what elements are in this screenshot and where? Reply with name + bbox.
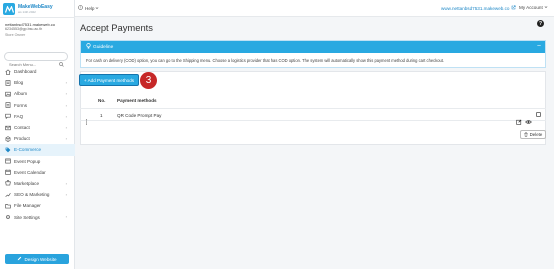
table-row: 1 QR Code Prompt Pay bbox=[80, 108, 546, 121]
sidebar-item-event-popup[interactable]: Event Popup bbox=[0, 156, 75, 167]
sidebar-item-dashboard[interactable]: Dashboard bbox=[0, 66, 75, 77]
sidebar-item-label: File Manager bbox=[14, 203, 41, 209]
sidebar-item-label: Contact bbox=[14, 125, 30, 131]
chevron-right-icon: › bbox=[65, 124, 67, 130]
guideline-header[interactable]: Guideline − bbox=[81, 41, 545, 53]
chevron-right-icon: › bbox=[65, 91, 67, 97]
sidebar-item-file-manager[interactable]: File Manager bbox=[0, 200, 75, 211]
sidebar-item-marketplace[interactable]: Marketplace › bbox=[0, 178, 75, 189]
brand-name: MakeWebEasy bbox=[18, 3, 53, 10]
chevron-right-icon: › bbox=[65, 136, 67, 142]
guideline-panel: Guideline − For cash on delivery (COD) o… bbox=[80, 40, 546, 68]
sidebar-item-label: Event Popup bbox=[14, 158, 41, 164]
home-icon bbox=[5, 69, 11, 75]
chevron-right-icon: › bbox=[65, 180, 67, 186]
contact-icon bbox=[5, 125, 11, 131]
step-marker: 3 bbox=[140, 72, 157, 89]
sidebar-item-contact[interactable]: Contact › bbox=[0, 122, 75, 133]
divider bbox=[0, 17, 75, 18]
gear-icon bbox=[5, 214, 11, 220]
trash-icon bbox=[524, 131, 528, 138]
external-link-icon bbox=[511, 5, 516, 11]
sidebar-item-album[interactable]: Album › bbox=[0, 88, 75, 99]
blog-icon bbox=[5, 80, 11, 86]
seo-icon bbox=[5, 192, 11, 198]
sidebar-item-label: Marketplace bbox=[14, 180, 40, 186]
sidebar-item-label: SEO & Marketing bbox=[14, 192, 50, 198]
chevron-right-icon: › bbox=[65, 102, 67, 108]
sidebar-item-label: Event Calendar bbox=[14, 169, 46, 175]
sidebar-item-label: Album bbox=[14, 91, 28, 97]
forms-icon bbox=[5, 102, 11, 108]
column-header-no: No. bbox=[98, 98, 106, 103]
pencil-icon bbox=[17, 256, 22, 262]
sidebar-item-blog[interactable]: Blog › bbox=[0, 77, 75, 88]
account-info: nettanbsd7531.makeweb.co 6234553@gp.bsu.… bbox=[5, 22, 73, 38]
guideline-text: For cash on delivery (COD) option, you c… bbox=[86, 58, 445, 63]
row-checkbox[interactable] bbox=[536, 112, 541, 117]
makewebeasy-logo-icon bbox=[3, 3, 15, 15]
page-title: Accept Payments bbox=[80, 22, 153, 33]
sidebar-item-site-settings[interactable]: Site Settings › bbox=[0, 211, 75, 222]
sidebar-item-label: Dashboard bbox=[14, 69, 37, 75]
brand[interactable]: MakeWebEasy ws 14th 2022 bbox=[3, 2, 53, 16]
eye-icon[interactable] bbox=[525, 112, 532, 130]
help-label: Help bbox=[85, 5, 95, 11]
row-payment-method: QR Code Prompt Pay bbox=[117, 113, 162, 118]
album-icon bbox=[5, 91, 11, 97]
sidebar-item-forms[interactable]: Forms › bbox=[0, 100, 75, 111]
brand-tagline: ws 14th 2022 bbox=[18, 9, 36, 14]
product-icon bbox=[5, 135, 11, 142]
account-role: Store Owner bbox=[5, 32, 26, 37]
column-header-payment-methods: Payment methods bbox=[117, 98, 157, 103]
design-website-button[interactable]: Design Website bbox=[5, 254, 69, 264]
design-website-label: Design Website bbox=[24, 256, 57, 262]
folder-icon bbox=[5, 203, 11, 209]
top-bar: ? Help www.nettanbsd7531.makeweb.co My A… bbox=[75, 0, 554, 17]
row-number: 1 bbox=[100, 113, 103, 118]
sidebar-item-label: FAQ bbox=[14, 113, 24, 119]
sidebar-item-event-calendar[interactable]: Event Calendar bbox=[0, 167, 75, 178]
website-link[interactable]: www.nettanbsd7531.makeweb.co bbox=[441, 5, 516, 11]
sidebar-item-faq[interactable]: FAQ › bbox=[0, 111, 75, 122]
faq-icon bbox=[5, 113, 11, 120]
chevron-right-icon: › bbox=[65, 113, 67, 119]
sidebar-item-seo-marketing[interactable]: SEO & Marketing › bbox=[0, 189, 75, 200]
sidebar-menu: Dashboard Blog › Album › Forms › FAQ › C… bbox=[0, 66, 75, 223]
help-circle-icon: ? bbox=[78, 5, 83, 11]
edit-icon[interactable] bbox=[516, 112, 522, 130]
page-help-icon[interactable]: ? bbox=[537, 20, 544, 27]
sidebar-item-e-commerce[interactable]: E-Commerce bbox=[0, 144, 75, 156]
chevron-right-icon: › bbox=[65, 192, 67, 198]
sidebar-item-product[interactable]: Product › bbox=[0, 133, 75, 144]
sidebar-item-label: Blog bbox=[14, 80, 24, 86]
my-account-menu[interactable]: My Account bbox=[519, 5, 548, 10]
search-box bbox=[4, 52, 68, 68]
sidebar-item-label: Product bbox=[14, 136, 30, 142]
add-payment-methods-button[interactable]: + Add Payment methods bbox=[79, 74, 139, 86]
sidebar-item-label: Forms bbox=[14, 102, 28, 108]
website-url: www.nettanbsd7531.makeweb.co bbox=[441, 5, 510, 11]
collapse-icon[interactable]: − bbox=[537, 43, 541, 50]
popup-icon bbox=[5, 158, 11, 164]
chevron-right-icon: › bbox=[65, 214, 67, 220]
chevron-down-icon bbox=[544, 5, 548, 10]
delete-label: Delete bbox=[529, 132, 543, 137]
sidebar: MakeWebEasy ws 14th 2022 nettanbsd7531.m… bbox=[0, 0, 75, 269]
tag-icon bbox=[5, 147, 11, 153]
sidebar-item-label: E-Commerce bbox=[14, 147, 42, 153]
sidebar-item-label: Site Settings bbox=[14, 214, 40, 220]
delete-button[interactable]: Delete bbox=[520, 130, 546, 139]
guideline-title: Guideline bbox=[93, 44, 114, 50]
chevron-right-icon: › bbox=[65, 80, 67, 86]
marketplace-icon bbox=[5, 180, 11, 186]
lightbulb-icon bbox=[86, 43, 91, 51]
help-menu[interactable]: ? Help bbox=[78, 5, 99, 11]
my-account-label: My Account bbox=[519, 5, 543, 10]
drag-handle-icon[interactable] bbox=[85, 112, 88, 130]
calendar-icon bbox=[5, 169, 11, 176]
chevron-down-icon bbox=[95, 6, 99, 11]
